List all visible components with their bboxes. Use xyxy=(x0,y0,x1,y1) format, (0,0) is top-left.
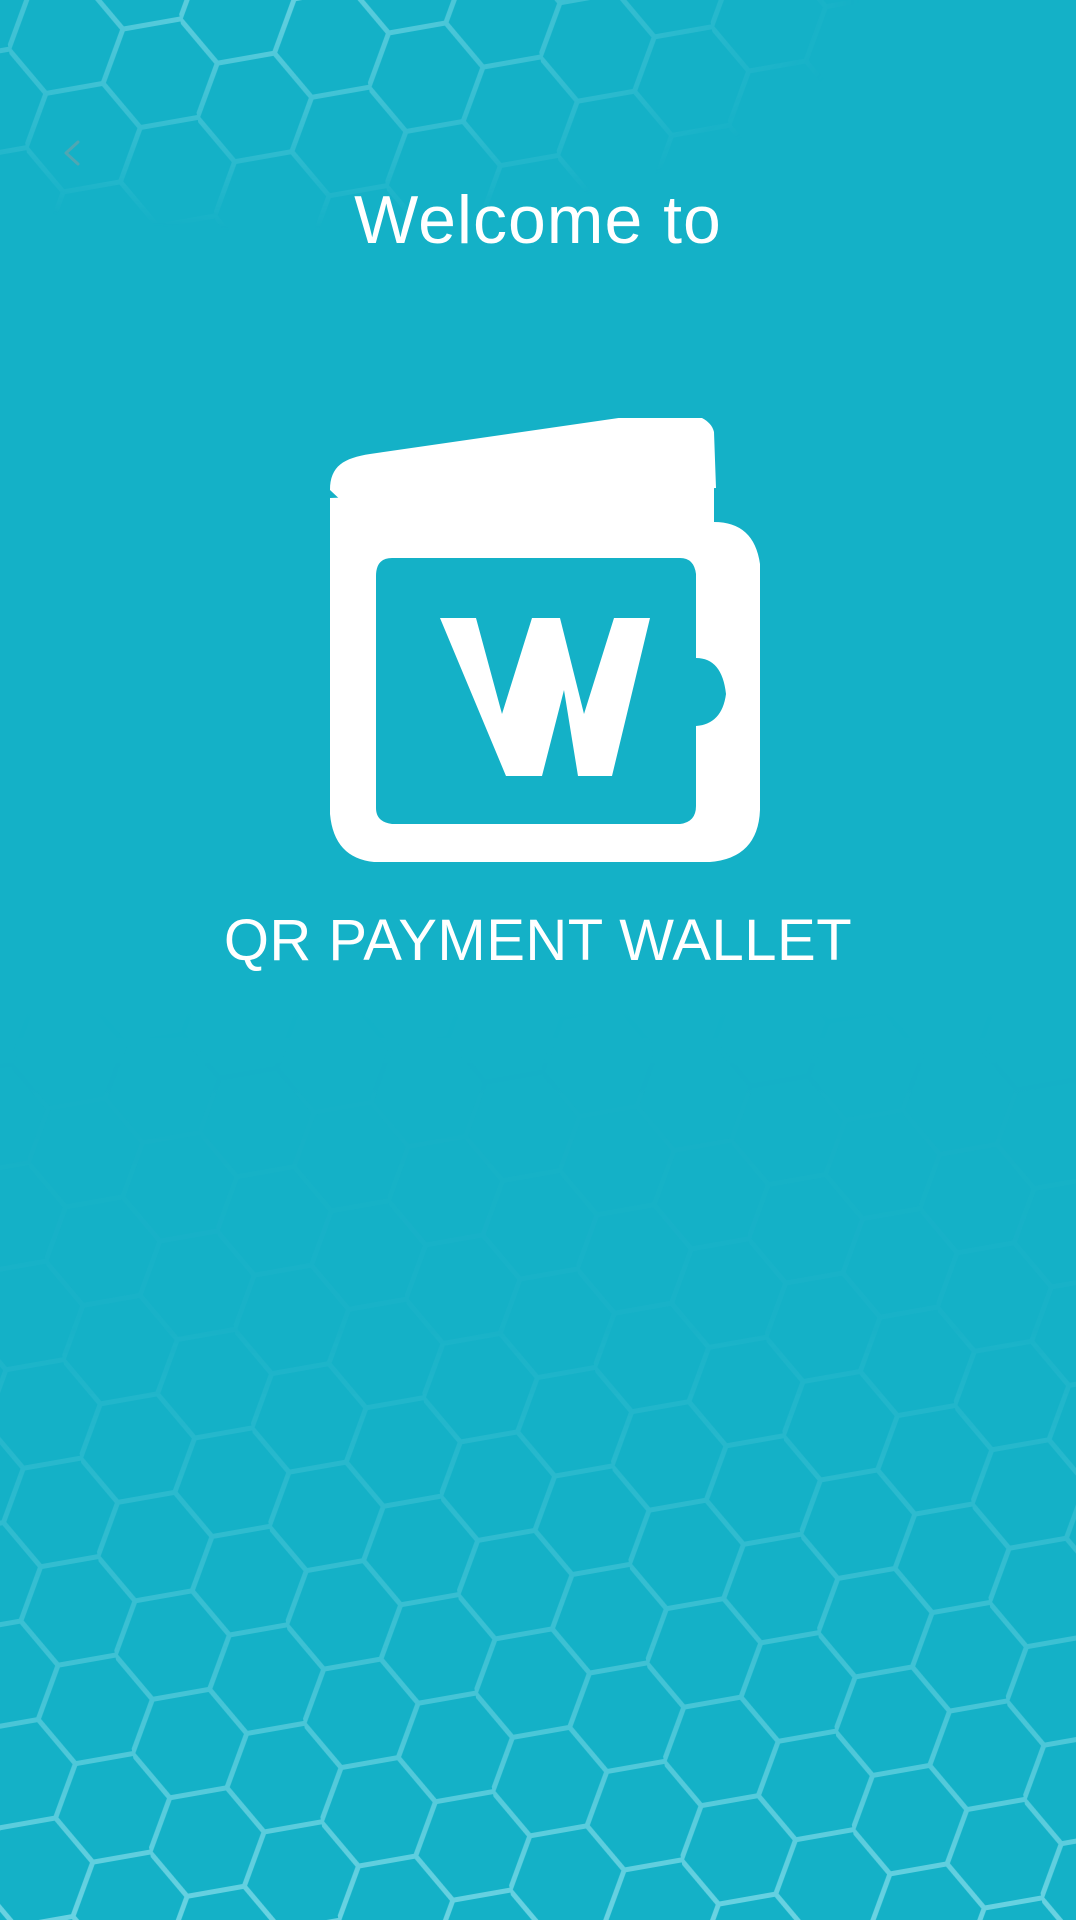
welcome-title: Welcome to xyxy=(354,182,722,258)
splash-screen: Welcome to QR PAYMENT WALLET xyxy=(0,0,1076,1920)
chevron-left-icon[interactable] xyxy=(56,136,90,170)
wallet-icon xyxy=(330,418,760,862)
app-name: QR PAYMENT WALLET xyxy=(223,908,853,973)
